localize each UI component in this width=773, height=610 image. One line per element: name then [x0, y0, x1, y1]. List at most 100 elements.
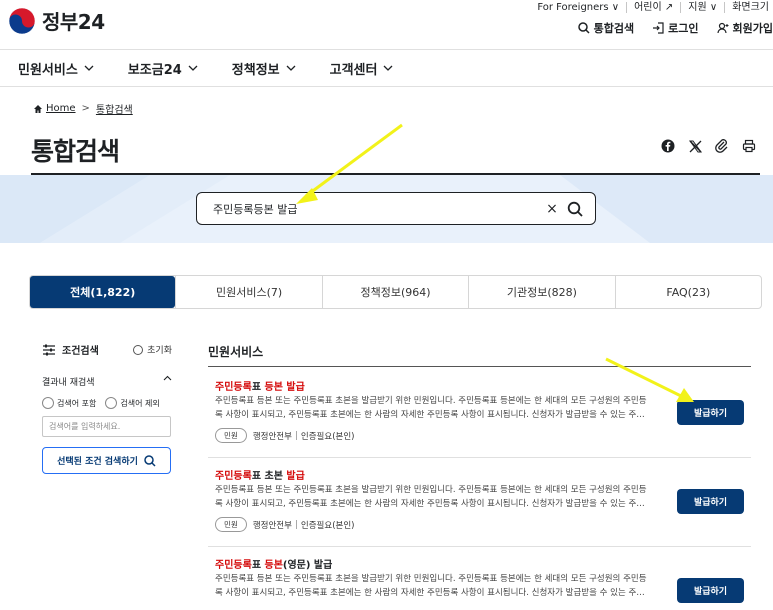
search-icon	[567, 201, 583, 217]
tab-all[interactable]: 전체(1,822)	[30, 276, 176, 308]
breadcrumb-separator: >	[81, 103, 90, 114]
chevron-down-icon	[286, 65, 296, 71]
title-highlight: 등본	[264, 560, 283, 571]
login-icon	[653, 22, 664, 34]
auth-requirement: 인증필요(본인)	[300, 431, 355, 442]
result-title[interactable]: 주민등록표 초본 발급	[215, 467, 305, 482]
filter-sliders-icon	[43, 344, 55, 355]
breadcrumb: Home > 통합검색	[33, 101, 133, 116]
nav-item-policy[interactable]: 정책정보	[232, 59, 296, 78]
utility-bar: For Foreigners ∨ 어린이 ↗ 지원 ∨ 화면크기	[530, 0, 773, 14]
title-text: (영문) 발급	[282, 560, 333, 571]
research-input[interactable]: 검색어를 입력하세요.	[42, 416, 171, 437]
site-logo[interactable]: 정부24	[8, 6, 105, 35]
nav-label: 정책정보	[231, 62, 280, 78]
chevron-down-icon	[188, 65, 198, 71]
search-icon	[577, 22, 590, 34]
filter-reset-label: 초기화	[147, 346, 172, 356]
clear-search-button[interactable]: ×	[543, 201, 561, 217]
signup-button[interactable]: 회원가입	[716, 20, 773, 36]
radio-exclude-label: 검색어 제외	[120, 398, 160, 408]
utility-for-foreigners[interactable]: For Foreigners ∨	[530, 1, 628, 13]
research-title: 결과내 재검색	[42, 378, 95, 388]
chevron-down-icon	[384, 65, 393, 71]
nav-label: 고객센터	[329, 62, 378, 78]
utility-screen-size[interactable]: 화면크기	[725, 2, 773, 13]
share-tools	[649, 138, 757, 154]
title-highlight: 주민등록	[215, 560, 252, 571]
result-description: 주민등록표 등본 또는 주민등록표 초본을 발급받기 위한 민원입니다. 주민등…	[215, 394, 661, 422]
radio-circle	[105, 397, 118, 409]
title-highlight: 등본 발급	[264, 382, 305, 393]
chevron-down-icon	[84, 65, 94, 71]
chevron-up-icon	[163, 375, 172, 381]
utility-kids[interactable]: 어린이 ↗	[627, 1, 682, 13]
nav-item-civil-service[interactable]: 민원서비스	[18, 59, 94, 78]
search-input[interactable]	[213, 202, 543, 215]
logo-text: 정부24	[42, 10, 105, 34]
breadcrumb-home[interactable]: Home	[46, 103, 76, 114]
agency: 행정안전부	[252, 431, 292, 442]
utility-support[interactable]: 지원 ∨	[681, 1, 726, 13]
section-title: 민원서비스	[208, 345, 264, 359]
home-icon	[34, 104, 42, 113]
filter-panel: 조건검색 초기화 결과내 재검색 검색어 포함 검색어 제외 검색어를 입력하세…	[42, 342, 172, 474]
desc-line: 주민등록표 등본 또는 주민등록표 초본을 발급받기 위한 민원입니다. 주민등…	[215, 485, 647, 495]
desc-line: 주민등록표 등본 또는 주민등록표 초본을 발급받기 위한 민원입니다. 주민등…	[215, 396, 647, 406]
nav-item-customer-center[interactable]: 고객센터	[330, 59, 394, 78]
result-title[interactable]: 주민등록표 등본 발급	[215, 378, 305, 393]
condition-search-label: 선택된 조건 검색하기	[57, 457, 138, 467]
main-nav: 민원서비스 보조금24 정책정보 고객센터	[0, 49, 773, 87]
category-chip: 민원	[215, 517, 247, 532]
tab-policy[interactable]: 정책정보(964)	[321, 276, 468, 308]
signup-label: 회원가입	[732, 22, 773, 35]
radio-exclude[interactable]: 검색어 제외	[105, 397, 160, 409]
nav-item-subsidy[interactable]: 보조금24	[128, 59, 198, 78]
search-submit-button[interactable]	[567, 201, 583, 217]
issue-button[interactable]: 발급하기	[677, 578, 744, 603]
issue-button[interactable]: 발급하기	[677, 400, 744, 425]
result-divider	[208, 457, 751, 458]
condition-search-button[interactable]: 선택된 조건 검색하기	[42, 447, 171, 474]
header-search-button[interactable]: 통합검색	[577, 20, 634, 36]
x-twitter-icon[interactable]	[687, 138, 703, 154]
tab-agency[interactable]: 기관정보(828)	[468, 276, 614, 308]
radio-include[interactable]: 검색어 포함	[42, 397, 96, 409]
facebook-icon[interactable]	[660, 138, 676, 154]
title-highlight: 주민등록	[215, 382, 252, 393]
result-title[interactable]: 주민등록표 등본(영문) 발급	[215, 556, 332, 571]
header-actions: 통합검색 로그인 회원가입	[560, 20, 773, 36]
radio-include-label: 검색어 포함	[57, 398, 97, 408]
research-toggle[interactable]: 결과내 재검색	[42, 375, 172, 388]
result-meta: 민원 행정안전부 인증필요(본인)	[215, 428, 354, 443]
title-text: 표	[251, 560, 265, 571]
meta-divider	[295, 431, 297, 440]
category-chip: 민원	[215, 428, 247, 443]
issue-button[interactable]: 발급하기	[677, 489, 744, 514]
search-icon	[144, 454, 156, 467]
title-text: 표 초본	[251, 471, 287, 482]
print-icon[interactable]	[741, 138, 757, 154]
radio-circle	[42, 397, 54, 409]
filter-title: 조건검색	[62, 346, 99, 357]
tab-civil-service[interactable]: 민원서비스(7)	[175, 276, 321, 308]
search-field[interactable]: ×	[196, 192, 596, 225]
result-meta: 민원 행정안전부 인증필요(본인)	[215, 517, 354, 532]
result-divider	[208, 546, 751, 547]
desc-line: 록 사항이 표시되고, 주민등록표 초본에는 한 사람의 자세한 주민등록 사항…	[215, 410, 645, 420]
nav-label: 민원서비스	[18, 62, 78, 78]
result-description: 주민등록표 등본 또는 주민등록표 초본을 발급받기 위한 민원입니다. 주민등…	[215, 483, 661, 511]
auth-requirement: 인증필요(본인)	[300, 520, 355, 531]
tab-faq[interactable]: FAQ(23)	[614, 276, 761, 308]
section-divider	[208, 366, 751, 367]
login-button[interactable]: 로그인	[652, 20, 699, 36]
link-copy-icon[interactable]	[714, 138, 730, 154]
agency: 행정안전부	[252, 520, 292, 531]
filter-reset-button[interactable]: 초기화	[133, 343, 172, 356]
breadcrumb-current[interactable]: 통합검색	[96, 101, 133, 116]
result-description: 주민등록표 등본 또는 주민등록표 초본을 발급받기 위한 민원입니다. 주민등…	[215, 572, 661, 600]
reset-icon	[133, 344, 144, 355]
title-highlight: 발급	[286, 471, 305, 482]
desc-line: 록 사항이 표시되고, 주민등록표 초본에는 한 사람의 자세한 주민등록 사항…	[215, 588, 645, 598]
meta-divider	[295, 520, 297, 529]
